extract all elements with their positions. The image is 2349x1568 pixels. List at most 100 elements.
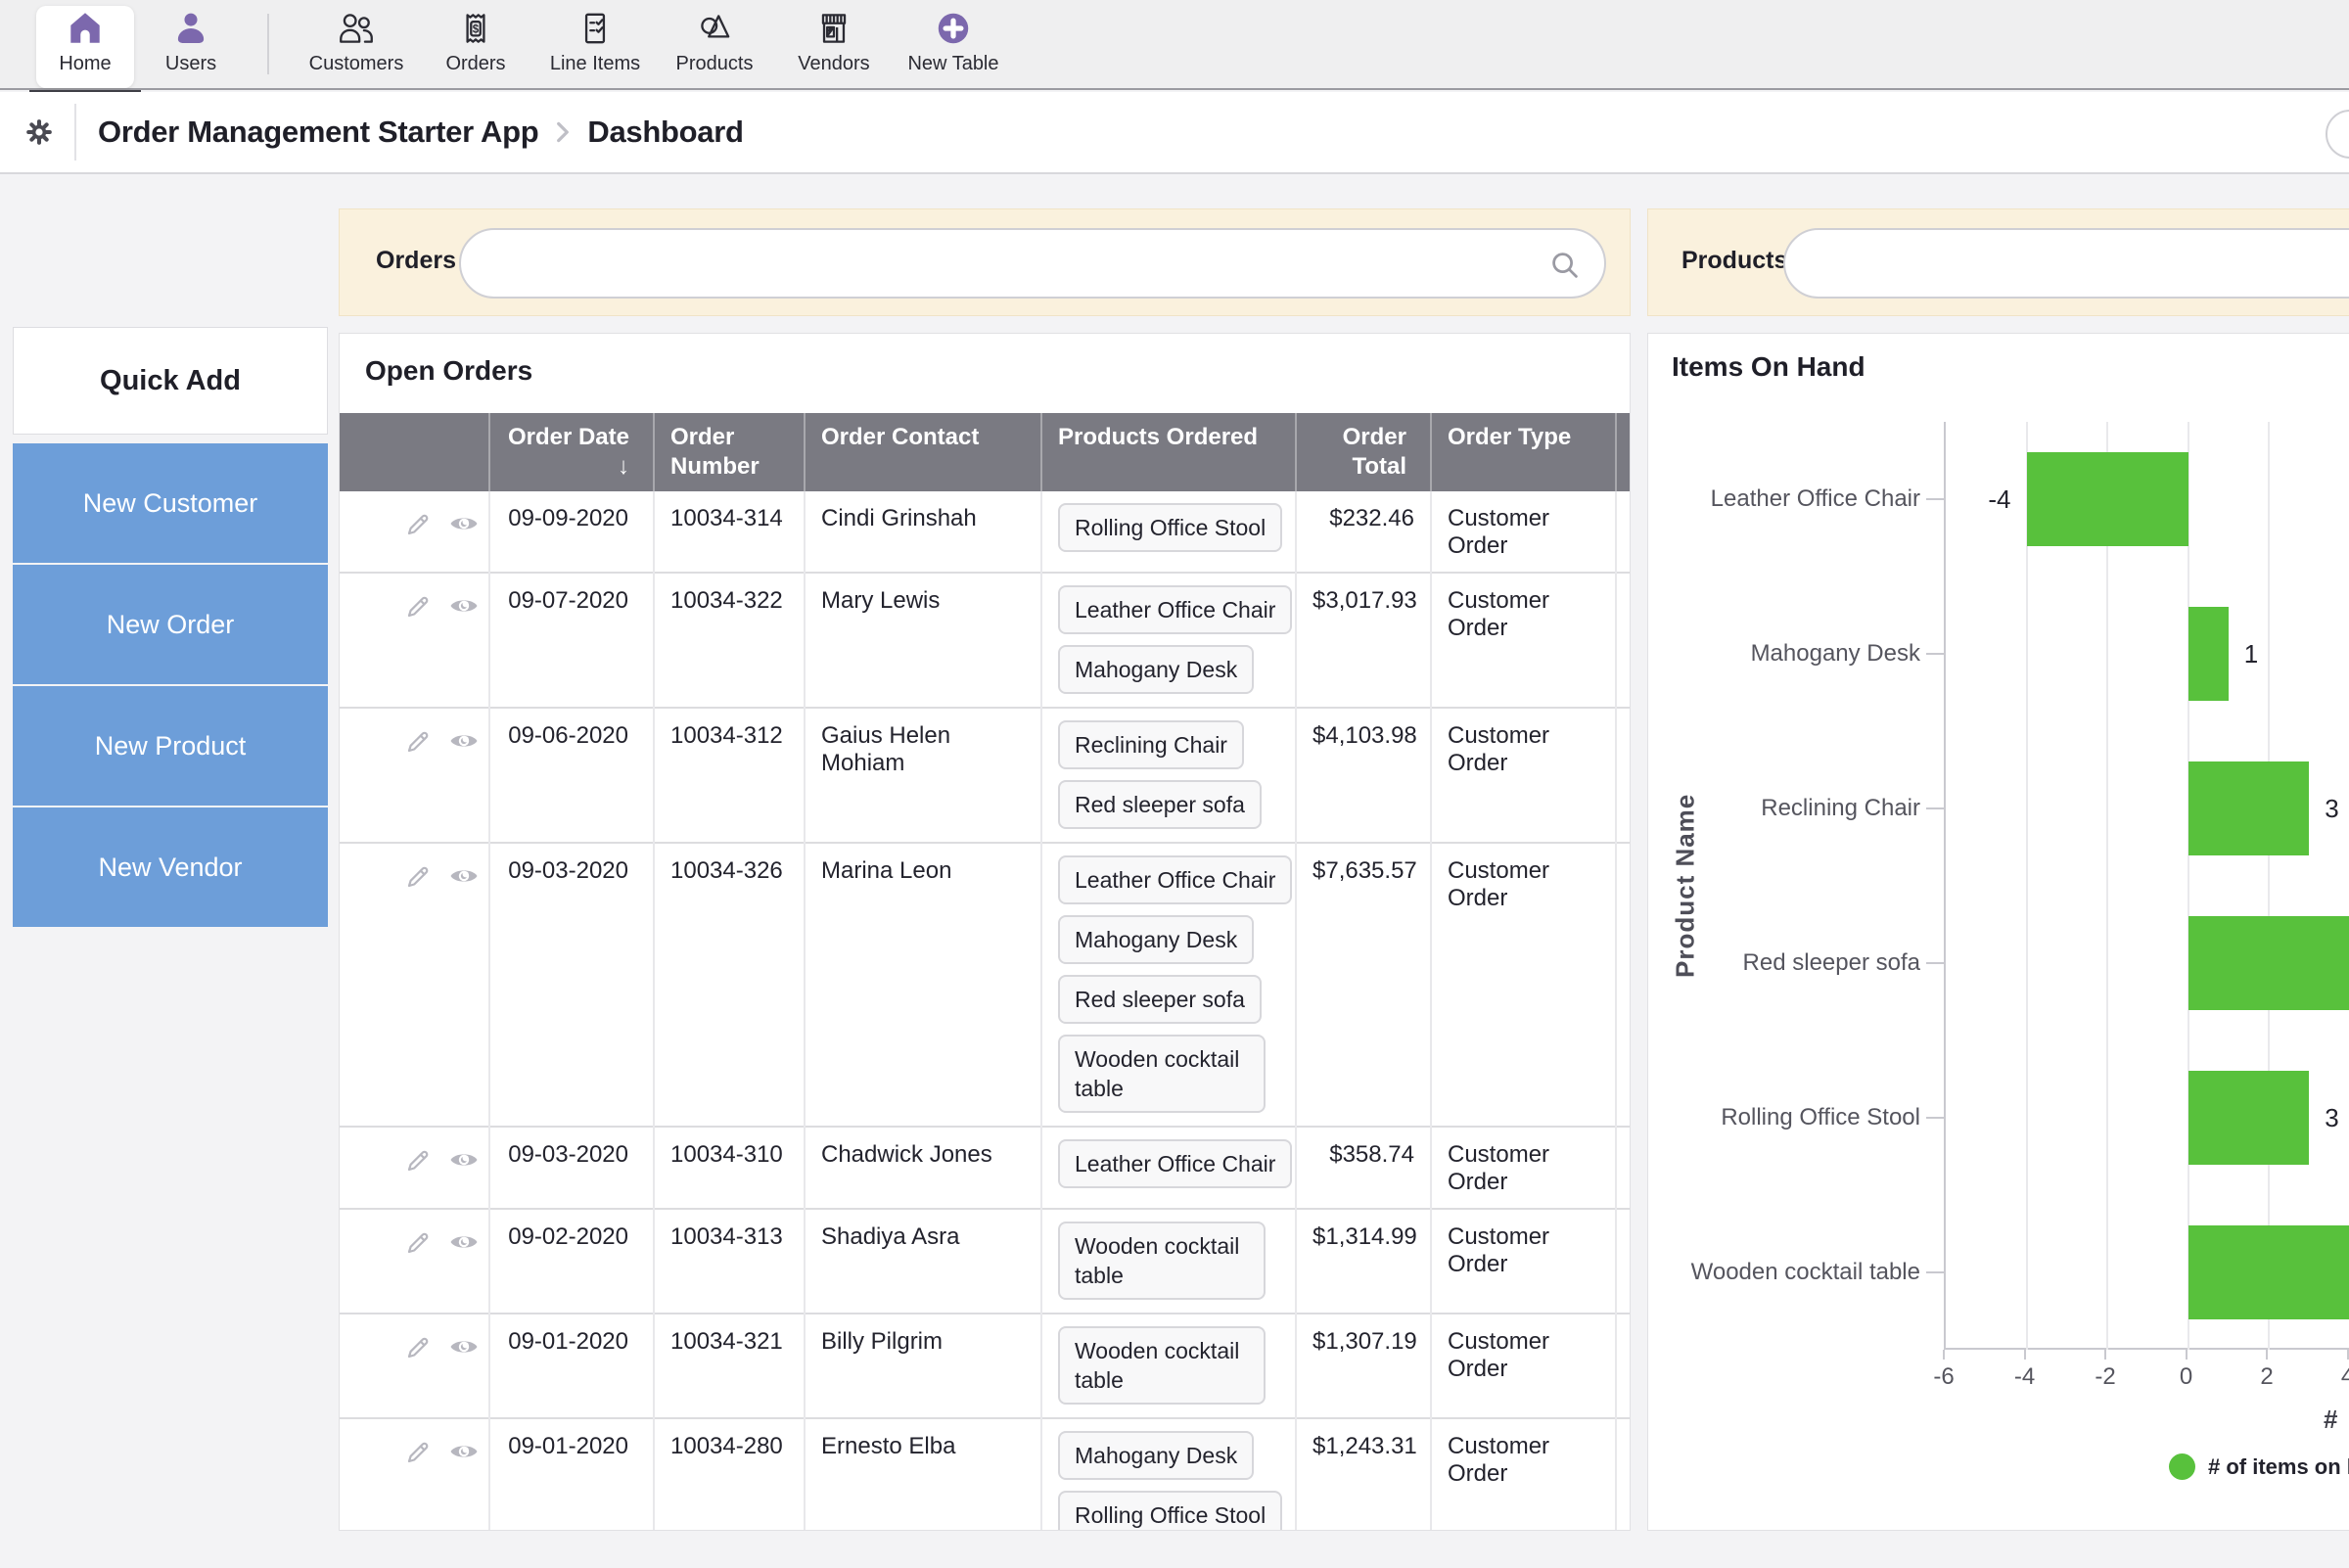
table-row[interactable]: 09-09-202010034-314Cindi GrinshahRolling…: [340, 491, 1630, 573]
nav-item-vendors[interactable]: Vendors: [774, 6, 894, 88]
x-tick-label: -4: [1986, 1363, 2064, 1391]
product-chip: Red sleeper sofa: [1058, 780, 1262, 829]
new-customer-button[interactable]: New Customer: [13, 443, 328, 563]
nav-item-label: Home: [59, 53, 111, 75]
search-icon: [1547, 248, 1583, 283]
y-category-label: Leather Office Chair: [1648, 422, 1920, 576]
products-ordered-cell: Wooden cocktail table: [1041, 1314, 1296, 1418]
product-chip: Rolling Office Stool: [1058, 503, 1282, 552]
orders-table-header: Order Date ↓Order NumberOrder ContactPro…: [340, 413, 1630, 491]
legend-dot-icon: [2169, 1453, 2195, 1480]
nav-item-orders[interactable]: $ Orders: [416, 6, 535, 88]
product-chip: Rolling Office Stool: [1058, 1491, 1282, 1531]
products-search-input[interactable]: [1783, 228, 2349, 299]
view-icon[interactable]: [447, 1225, 481, 1259]
nav-item-label: Vendors: [798, 53, 869, 75]
spacer-cell: [1616, 1418, 1630, 1531]
product-chip: Leather Office Chair: [1058, 1139, 1292, 1188]
bar-leather-office-chair: [2027, 452, 2188, 546]
vendors-icon: [813, 6, 854, 51]
items-on-hand-panel: Items On Hand Product Name Leather Offic…: [1647, 333, 2349, 1531]
open-orders-title: Open Orders: [365, 355, 532, 387]
chart-plot-area: -4133: [1944, 422, 2349, 1350]
column-header[interactable]: Order Total: [1296, 413, 1431, 491]
new-product-button[interactable]: New Product: [13, 686, 328, 806]
edit-icon[interactable]: [402, 724, 436, 758]
table-row[interactable]: 09-06-202010034-312Gaius Helen MohiamRec…: [340, 708, 1630, 843]
column-header[interactable]: Order Date ↓: [489, 413, 654, 491]
table-row[interactable]: 09-03-202010034-310Chadwick JonesLeather…: [340, 1127, 1630, 1209]
spacer-cell: [1616, 1314, 1630, 1418]
product-chip: Leather Office Chair: [1058, 855, 1292, 904]
order-date-cell: 09-02-2020: [489, 1209, 654, 1314]
nav-item-label: Orders: [445, 53, 505, 75]
new-table-icon: [933, 6, 974, 51]
column-header[interactable]: Order Contact: [805, 413, 1041, 491]
gridline: [2026, 422, 2028, 1350]
view-icon[interactable]: [447, 724, 481, 758]
edit-icon[interactable]: [402, 1225, 436, 1259]
bar-value-label: -4: [1937, 480, 2011, 519]
order-type-cell: Customer Order: [1431, 1127, 1616, 1209]
order-type-cell: Customer Order: [1431, 1209, 1616, 1314]
nav-item-home[interactable]: Home: [36, 6, 134, 88]
y-category-label: Reclining Chair: [1648, 731, 1920, 886]
view-icon[interactable]: [447, 507, 481, 540]
product-chip: Mahogany Desk: [1058, 645, 1254, 694]
orders-search-input[interactable]: [459, 228, 1606, 299]
app-title: Order Management Starter App: [98, 115, 538, 150]
spacer-cell: [1616, 1127, 1630, 1209]
product-chip: Wooden cocktail table: [1058, 1326, 1266, 1405]
gear-icon[interactable]: [22, 115, 57, 150]
products-ordered-cell: Reclining Chair Red sleeper sofa: [1041, 708, 1296, 843]
nav-item-products[interactable]: Products: [655, 6, 774, 88]
edit-icon[interactable]: [402, 507, 436, 540]
view-icon[interactable]: [447, 1330, 481, 1363]
table-row[interactable]: 09-01-202010034-280Ernesto ElbaMahogany …: [340, 1418, 1630, 1531]
bar-value-label: 1: [2244, 634, 2303, 673]
product-chip: Mahogany Desk: [1058, 915, 1254, 964]
table-row[interactable]: 09-07-202010034-322Mary LewisLeather Off…: [340, 573, 1630, 708]
edge-circle-button[interactable]: [2326, 110, 2349, 159]
view-icon[interactable]: [447, 589, 481, 623]
new-order-button[interactable]: New Order: [13, 565, 328, 684]
column-header[interactable]: Order Type: [1431, 413, 1616, 491]
x-tick-label: -6: [1905, 1363, 1983, 1391]
order-date-cell: 09-01-2020: [489, 1418, 654, 1531]
edit-icon[interactable]: [402, 859, 436, 893]
products-ordered-cell: Rolling Office Stool: [1041, 491, 1296, 573]
order-number-cell: 10034-321: [654, 1314, 805, 1418]
column-header[interactable]: Order Number: [654, 413, 805, 491]
order-number-cell: 10034-326: [654, 843, 805, 1127]
chevron-right-icon: [552, 117, 574, 147]
order-total-cell: $7,635.57: [1296, 843, 1431, 1127]
edit-icon[interactable]: [402, 1330, 436, 1363]
users-icon: [170, 6, 211, 51]
view-icon[interactable]: [447, 859, 481, 893]
table-row[interactable]: 09-03-202010034-326Marina LeonLeather Of…: [340, 843, 1630, 1127]
edit-icon[interactable]: [402, 1435, 436, 1468]
nav-item-new-table[interactable]: New Table: [894, 6, 1013, 88]
new-vendor-button[interactable]: New Vendor: [13, 807, 328, 927]
table-row[interactable]: 09-01-202010034-321Billy PilgrimWooden c…: [340, 1314, 1630, 1418]
edit-icon[interactable]: [402, 589, 436, 623]
table-row[interactable]: 09-02-202010034-313Shadiya AsraWooden co…: [340, 1209, 1630, 1314]
nav-item-users[interactable]: Users: [142, 6, 240, 88]
nav-item-line-items[interactable]: Line Items: [535, 6, 655, 88]
view-icon[interactable]: [447, 1143, 481, 1176]
chart-legend: # of items on hand: [2169, 1453, 2349, 1480]
product-chip: Reclining Chair: [1058, 720, 1244, 769]
column-header[interactable]: Products Ordered: [1041, 413, 1296, 491]
spacer-cell: [1616, 1209, 1630, 1314]
y-tick-mark: [1926, 962, 1944, 964]
x-tick-label: 0: [2147, 1363, 2226, 1391]
nav-group-primary: Home Users: [0, 0, 240, 88]
edit-icon[interactable]: [402, 1143, 436, 1176]
column-header: [340, 413, 489, 491]
nav-item-customers[interactable]: Customers: [297, 6, 416, 88]
order-date-cell: 09-06-2020: [489, 708, 654, 843]
view-icon[interactable]: [447, 1435, 481, 1468]
order-number-cell: 10034-312: [654, 708, 805, 843]
order-contact-cell: Shadiya Asra: [805, 1209, 1041, 1314]
product-chip: Leather Office Chair: [1058, 585, 1292, 634]
